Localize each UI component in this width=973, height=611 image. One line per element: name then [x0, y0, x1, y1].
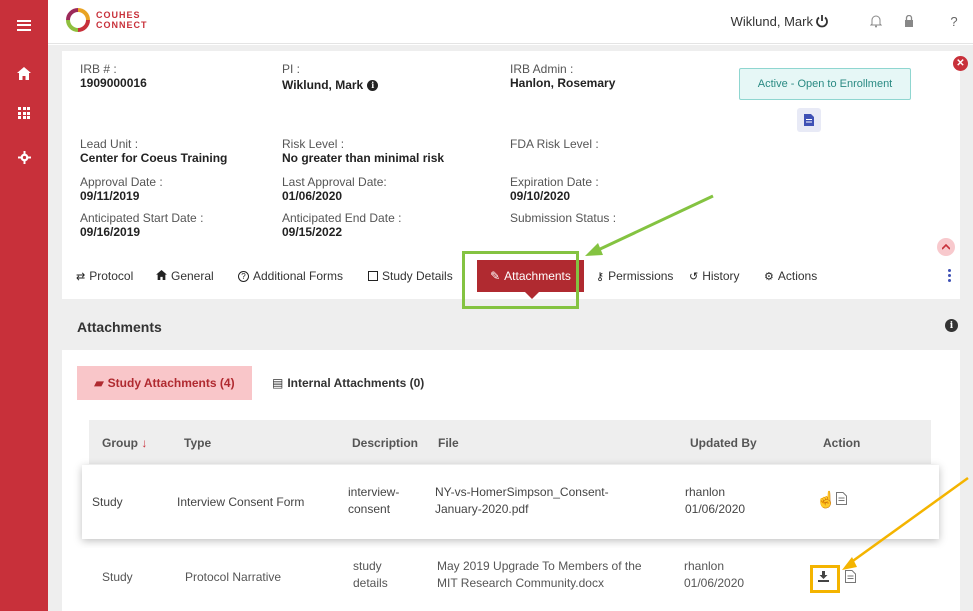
- green-arrowhead: [585, 243, 603, 256]
- annotation-arrows: [585, 194, 969, 570]
- yellow-arrow: [849, 476, 969, 565]
- green-arrow: [597, 194, 714, 252]
